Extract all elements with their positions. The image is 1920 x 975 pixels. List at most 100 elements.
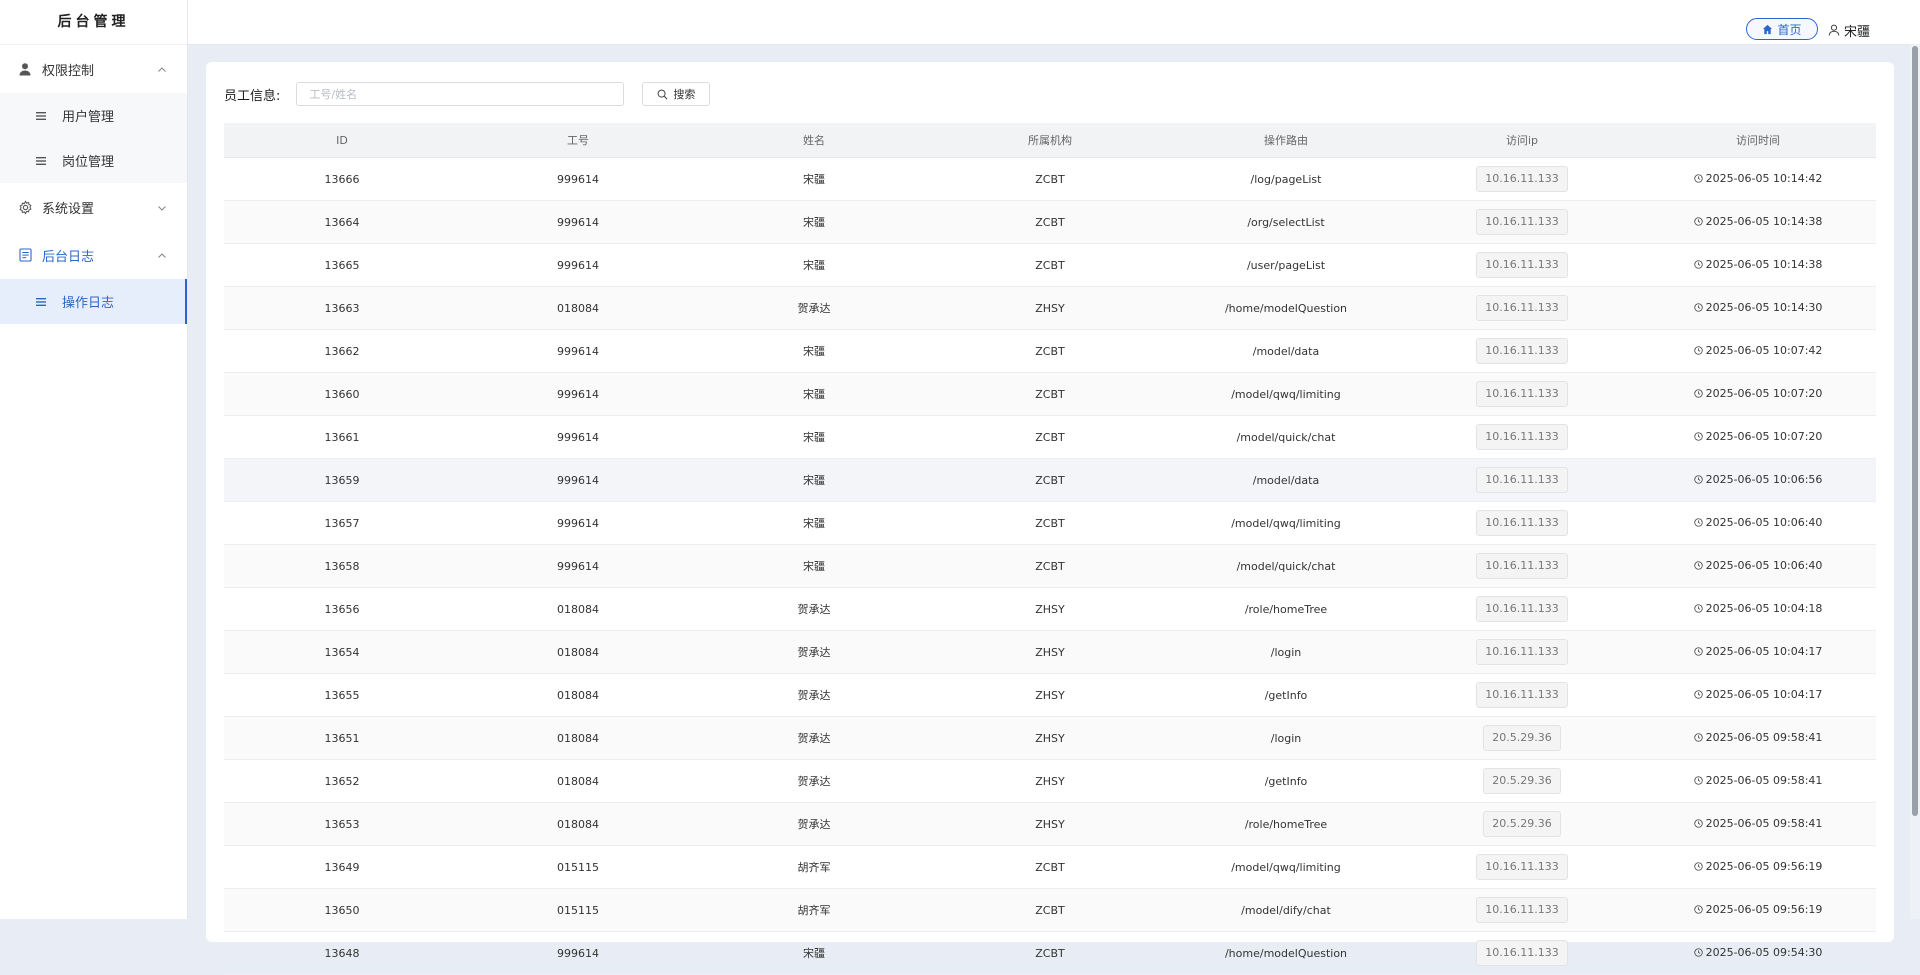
sidebar-item-operation-log[interactable]: 操作日志 <box>0 279 187 324</box>
ip-cell: 10.16.11.133 <box>1404 888 1640 932</box>
table-row[interactable]: 13649 015115 胡齐军 ZCBT/model/qwq/limiting 10.… <box>224 845 1876 889</box>
table-cell: 宋疆 <box>696 329 932 373</box>
ip-badge: 10.16.11.133 <box>1476 295 1568 321</box>
ip-cell: 10.16.11.133 <box>1404 845 1640 889</box>
ip-badge: 10.16.11.133 <box>1476 940 1568 966</box>
table-cell: 贺承达 <box>696 630 932 674</box>
table-cell: 999614 <box>460 200 696 244</box>
search-button[interactable]: 搜索 <box>642 82 711 106</box>
table-cell: 宋疆 <box>696 501 932 545</box>
table-cell: 018084 <box>460 759 696 803</box>
table-cell: 13662 <box>224 329 460 373</box>
clock-icon <box>1693 690 1703 699</box>
ip-badge: 10.16.11.133 <box>1476 854 1568 880</box>
ip-badge: 20.5.29.36 <box>1483 768 1561 794</box>
submenu-permission: 用户管理 岗位管理 <box>0 93 187 183</box>
table-cell: /model/quick/chat <box>1168 415 1404 459</box>
user-outline-icon <box>1828 24 1840 36</box>
table-row[interactable]: 13661 999614 宋疆 ZCBT/model/quick/chat 10.16.… <box>224 415 1876 459</box>
table-cell: /model/quick/chat <box>1168 544 1404 588</box>
table-row[interactable]: 13655 018084 贺承达 ZHSY/getInfo 10.16.11.133 20… <box>224 673 1876 717</box>
menu-group-logs-header[interactable]: 后台日志 <box>0 231 187 279</box>
table-cell: ZCBT <box>932 845 1168 889</box>
clock-icon <box>1693 518 1703 527</box>
table-row[interactable]: 13652 018084 贺承达 ZHSY/getInfo 20.5.29.36 2025… <box>224 759 1876 803</box>
ip-badge: 10.16.11.133 <box>1476 553 1568 579</box>
table-cell: ZHSY <box>932 286 1168 330</box>
ip-badge: 10.16.11.133 <box>1476 467 1568 493</box>
ip-cell: 10.16.11.133 <box>1404 200 1640 244</box>
timestamp: 2025-06-05 09:58:41 <box>1693 731 1822 744</box>
time-cell: 2025-06-05 10:14:38 <box>1640 200 1876 244</box>
clock-icon <box>1693 260 1703 269</box>
table-cell: 宋疆 <box>696 157 932 201</box>
table-row[interactable]: 13665 999614 宋疆 ZCBT/user/pageList 10.16.11.… <box>224 243 1876 287</box>
table-row[interactable]: 13666 999614 宋疆 ZCBT/log/pageList 10.16.11.1… <box>224 157 1876 201</box>
ip-cell: 10.16.11.133 <box>1404 673 1640 717</box>
scrollbar-thumb[interactable] <box>1912 46 1918 816</box>
table-row[interactable]: 13657 999614 宋疆 ZCBT/model/qwq/limiting 10.1… <box>224 501 1876 545</box>
table-row[interactable]: 13654 018084 贺承达 ZHSY/login 10.16.11.133 2025… <box>224 630 1876 674</box>
table-row[interactable]: 13660 999614 宋疆 ZCBT/model/qwq/limiting 10.1… <box>224 372 1876 416</box>
employee-search-input[interactable] <box>296 82 625 106</box>
table-row[interactable]: 13650 015115 胡齐军 ZCBT/model/dify/chat 10.16.… <box>224 888 1876 932</box>
timestamp: 2025-06-05 10:06:40 <box>1693 559 1822 572</box>
table-row[interactable]: 13663 018084 贺承达 ZHSY/home/modelQuestion 10.… <box>224 286 1876 330</box>
timestamp: 2025-06-05 09:58:41 <box>1693 774 1822 787</box>
table-cell: /model/dify/chat <box>1168 888 1404 932</box>
table-row[interactable]: 13662 999614 宋疆 ZCBT/model/data 10.16.11.133… <box>224 329 1876 373</box>
timestamp: 2025-06-05 10:07:42 <box>1693 344 1822 357</box>
table-cell: /model/qwq/limiting <box>1168 372 1404 416</box>
timestamp-text: 2025-06-05 10:07:20 <box>1705 387 1823 400</box>
table-cell: 13661 <box>224 415 460 459</box>
table-cell: 13660 <box>224 372 460 416</box>
table-row[interactable]: 13656 018084 贺承达 ZHSY/role/homeTree 10.16.11… <box>224 587 1876 631</box>
table-row[interactable]: 13659 999614 宋疆 ZCBT/model/data 10.16.11.133… <box>224 458 1876 502</box>
timestamp-text: 2025-06-05 10:04:17 <box>1705 645 1823 658</box>
menu-group-system: 系统设置 <box>0 183 187 231</box>
table-cell: ZCBT <box>932 372 1168 416</box>
table-header-row: ID 工号 姓名 所属机构 操作路由 访问ip 访问时间 <box>224 123 1876 158</box>
user-menu[interactable]: 宋疆 <box>1828 20 1870 40</box>
table-cell: 13665 <box>224 243 460 287</box>
content-card: 员工信息: 搜索 ID工号姓名所属机构操作路由访问ip访问时间 13666999… <box>206 62 1894 975</box>
gear-icon <box>16 198 34 216</box>
timestamp-text: 2025-06-05 09:56:19 <box>1705 860 1823 873</box>
ip-cell: 10.16.11.133 <box>1404 157 1640 201</box>
table-cell: /login <box>1168 630 1404 674</box>
timestamp: 2025-06-05 09:56:19 <box>1693 903 1822 916</box>
time-cell: 2025-06-05 10:06:56 <box>1640 458 1876 502</box>
table-cell: /getInfo <box>1168 673 1404 717</box>
clock-icon <box>1693 475 1703 484</box>
table-cell: /getInfo <box>1168 759 1404 803</box>
table-cell: 018084 <box>460 802 696 846</box>
table-row[interactable]: 13664 999614 宋疆 ZCBT/org/selectList 10.16.11… <box>224 200 1876 244</box>
table-row[interactable]: 13653 018084 贺承达 ZHSY/role/homeTree 20.5.29.… <box>224 802 1876 846</box>
table-row[interactable]: 13658 999614 宋疆 ZCBT/model/quick/chat 10.16.… <box>224 544 1876 588</box>
clock-icon <box>1693 303 1703 312</box>
menu-group-system-header[interactable]: 系统设置 <box>0 183 187 231</box>
timestamp: 2025-06-05 10:07:20 <box>1693 387 1823 400</box>
table-cell: 胡齐军 <box>696 888 932 932</box>
menu-group-permission-header[interactable]: 权限控制 <box>0 45 187 93</box>
menu-group-label: 后台日志 <box>42 249 95 265</box>
sidebar-item-position-management[interactable]: 岗位管理 <box>0 138 187 183</box>
table-cell: /log/pageList <box>1168 157 1404 201</box>
time-cell: 2025-06-05 10:07:20 <box>1640 415 1876 459</box>
table-cell: ZCBT <box>932 415 1168 459</box>
table-cell: 贺承达 <box>696 759 932 803</box>
column-header: 操作路由 <box>1168 123 1404 158</box>
ip-badge: 10.16.11.133 <box>1476 209 1568 235</box>
app-title: 后台管理 <box>0 0 187 45</box>
sidebar-item-user-management[interactable]: 用户管理 <box>0 93 187 138</box>
timestamp-text: 2025-06-05 10:07:20 <box>1705 430 1823 443</box>
home-button[interactable]: 首页 <box>1746 18 1818 40</box>
table-row[interactable]: 13648 999614 宋疆 ZCBT/home/modelQuestion 10.1… <box>224 931 1876 975</box>
ip-badge: 20.5.29.36 <box>1483 725 1561 751</box>
table-cell: 宋疆 <box>696 372 932 416</box>
table-row[interactable]: 13651 018084 贺承达 ZHSY/login 20.5.29.36 2025-0… <box>224 716 1876 760</box>
submenu-logs: 操作日志 <box>0 279 187 324</box>
column-header: 访问时间 <box>1640 123 1876 158</box>
table-cell: 999614 <box>460 372 696 416</box>
table-cell: /user/pageList <box>1168 243 1404 287</box>
